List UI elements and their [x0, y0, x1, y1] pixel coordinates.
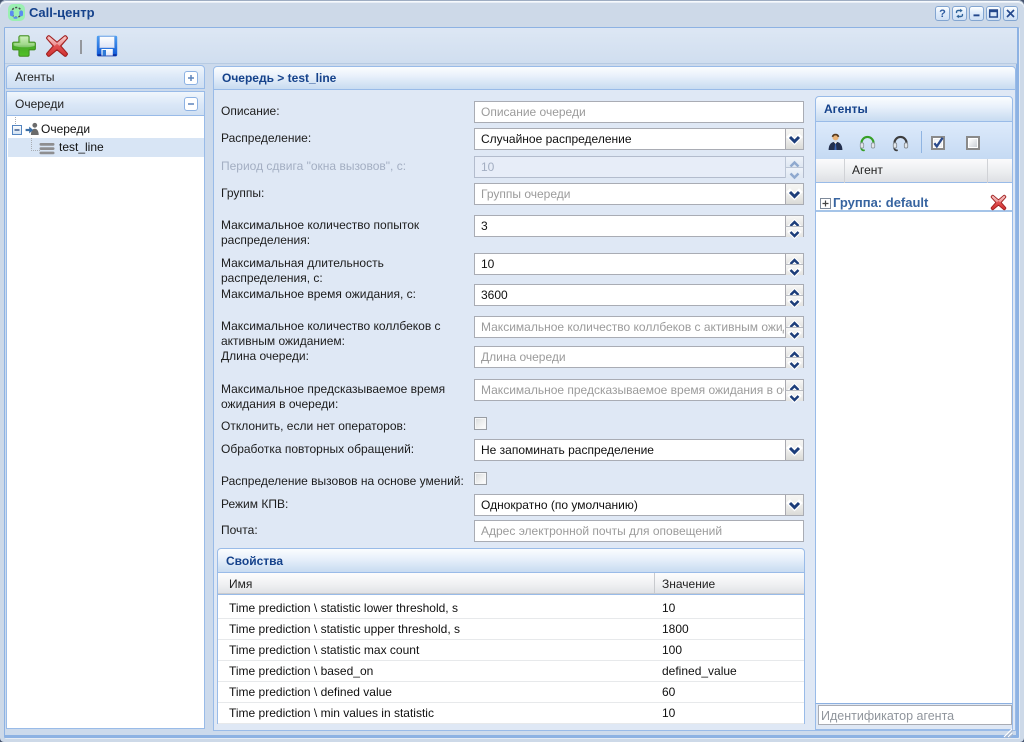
svg-text:?: ?	[939, 8, 946, 19]
